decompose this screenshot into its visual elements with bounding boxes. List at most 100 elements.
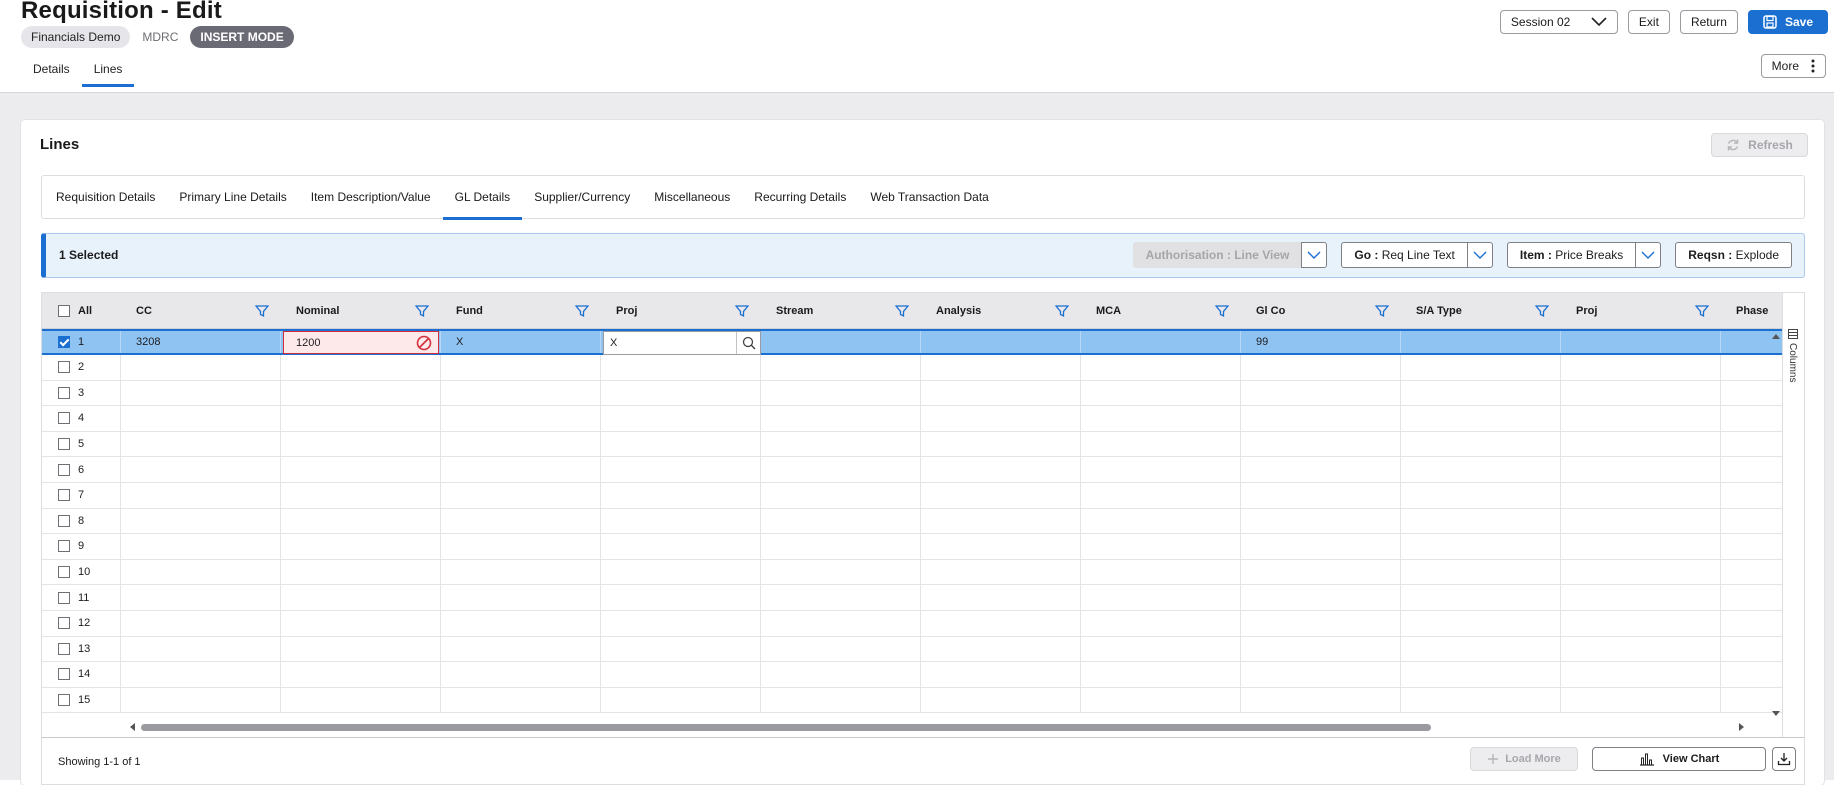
cell[interactable] [1561, 508, 1721, 534]
item-button[interactable]: Item : Price Breaks [1506, 242, 1636, 268]
select-all-checkbox[interactable] [58, 305, 70, 317]
subtab-requisition-details[interactable]: Requisition Details [44, 175, 167, 219]
vertical-scrollbar[interactable] [1770, 329, 1782, 719]
scroll-left-icon[interactable] [127, 721, 137, 733]
cell[interactable] [281, 406, 441, 431]
cell[interactable] [441, 636, 601, 662]
cell[interactable] [441, 687, 601, 713]
nominal-input-error[interactable]: 1200 [283, 331, 439, 354]
cell[interactable] [281, 380, 441, 406]
cell[interactable] [441, 457, 601, 482]
cell[interactable] [441, 355, 601, 380]
cell[interactable] [281, 559, 441, 585]
cell[interactable] [601, 431, 761, 457]
cell[interactable] [601, 380, 761, 406]
filter-icon[interactable] [1215, 304, 1229, 318]
cell-proj[interactable]: X [601, 331, 761, 355]
cell[interactable] [1401, 457, 1561, 482]
cell[interactable] [1401, 636, 1561, 662]
cell[interactable] [1241, 687, 1401, 713]
cell[interactable] [121, 380, 281, 406]
subtab-primary-line-details[interactable]: Primary Line Details [167, 175, 298, 219]
cell[interactable] [1081, 662, 1241, 687]
cell-glco[interactable]: 99 [1241, 331, 1401, 353]
proj-lookup-button[interactable] [736, 332, 760, 354]
table-row[interactable]: 12 [42, 610, 1784, 637]
cell[interactable] [761, 482, 921, 508]
cell[interactable] [1081, 406, 1241, 431]
cell[interactable] [281, 457, 441, 482]
subtab-item-description[interactable]: Item Description/Value [299, 175, 443, 219]
cell[interactable] [281, 585, 441, 610]
cell[interactable] [761, 636, 921, 662]
cell[interactable] [1081, 610, 1241, 636]
cell[interactable] [281, 508, 441, 534]
cell[interactable] [921, 457, 1081, 482]
go-button[interactable]: Go : Req Line Text [1341, 242, 1467, 268]
cell[interactable] [761, 534, 921, 559]
cell[interactable] [601, 585, 761, 610]
table-row[interactable]: 2 [42, 355, 1784, 381]
cell[interactable] [1241, 534, 1401, 559]
refresh-button[interactable]: Refresh [1711, 133, 1808, 157]
table-row[interactable]: 5 [42, 431, 1784, 458]
cell-fund[interactable]: X [441, 331, 601, 353]
cell[interactable] [441, 482, 601, 508]
cell[interactable] [921, 355, 1081, 380]
cell[interactable] [1561, 431, 1721, 457]
filter-icon[interactable] [1695, 304, 1709, 318]
cell[interactable] [1401, 559, 1561, 585]
cell[interactable] [1561, 559, 1721, 585]
cell[interactable] [121, 585, 281, 610]
cell[interactable] [1081, 482, 1241, 508]
cell[interactable] [1081, 687, 1241, 713]
cell[interactable] [441, 406, 601, 431]
cell[interactable] [921, 585, 1081, 610]
cell[interactable] [1401, 482, 1561, 508]
cell[interactable] [1401, 355, 1561, 380]
cell[interactable] [1241, 559, 1401, 585]
row-checkbox[interactable] [58, 489, 70, 502]
cell[interactable] [601, 457, 761, 482]
cell[interactable] [1081, 585, 1241, 610]
cell[interactable] [1401, 406, 1561, 431]
table-row[interactable]: 10 [42, 559, 1784, 586]
cell[interactable] [921, 534, 1081, 559]
cell-nominal[interactable]: 1200 [281, 331, 441, 354]
cell[interactable] [121, 559, 281, 585]
cell[interactable] [1401, 687, 1561, 713]
cell[interactable] [1081, 457, 1241, 482]
scroll-up-icon[interactable] [1770, 331, 1782, 341]
cell[interactable] [1561, 636, 1721, 662]
cell[interactable] [921, 610, 1081, 636]
cell[interactable] [1561, 610, 1721, 636]
row-checkbox[interactable] [58, 386, 70, 399]
table-row[interactable]: 3 [42, 380, 1784, 407]
cell[interactable] [921, 482, 1081, 508]
view-chart-button[interactable]: View Chart [1592, 747, 1766, 771]
cell[interactable] [761, 457, 921, 482]
cell[interactable] [601, 559, 761, 585]
table-row[interactable]: 13 [42, 636, 1784, 663]
authorisation-dropdown[interactable] [1301, 242, 1328, 268]
cell[interactable] [121, 662, 281, 687]
cell[interactable] [1081, 380, 1241, 406]
table-row[interactable]: 7 [42, 482, 1784, 509]
subtab-gl-details[interactable]: GL Details [442, 175, 523, 220]
cell[interactable] [761, 406, 921, 431]
cell[interactable] [281, 662, 441, 687]
cell[interactable] [281, 636, 441, 662]
table-row[interactable]: 15 [42, 687, 1784, 714]
cell[interactable] [1561, 457, 1721, 482]
row-checkbox[interactable] [58, 668, 70, 681]
filter-icon[interactable] [415, 304, 429, 318]
row-checkbox[interactable] [58, 412, 70, 425]
columns-toggle[interactable]: Columns [1787, 329, 1798, 382]
return-button[interactable]: Return [1679, 10, 1738, 34]
cell[interactable] [1241, 355, 1401, 380]
item-dropdown[interactable] [1635, 242, 1662, 268]
cell[interactable] [441, 431, 601, 457]
cell[interactable] [601, 355, 761, 380]
filter-icon[interactable] [255, 304, 269, 318]
table-row[interactable]: 8 [42, 508, 1784, 535]
